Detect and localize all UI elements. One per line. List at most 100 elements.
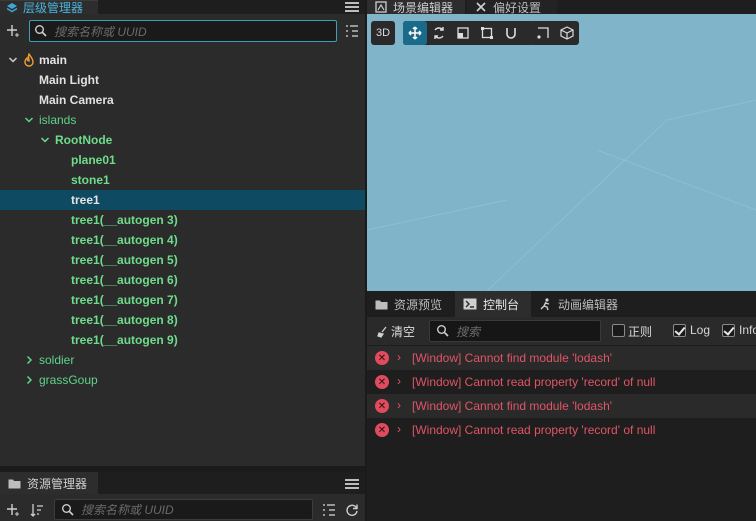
tree-node-autogen-5[interactable]: tree1(__autogen 5): [0, 250, 365, 270]
tree-node-label: stone1: [71, 173, 110, 187]
log-message: [Window] Cannot find module 'lodash': [412, 399, 613, 413]
console-panel: 资源预览 控制台 动画编辑器 清空 搜索 正则 Log Info ✕ › [Wi…: [367, 291, 756, 521]
tree-node-autogen-9[interactable]: tree1(__autogen 9): [0, 330, 365, 350]
tree-node-stone1[interactable]: stone1: [0, 170, 365, 190]
hierarchy-panel: 层级管理器 搜索名称或 UUID main Main Light Main Ca…: [0, 0, 365, 466]
snap-tool-button[interactable]: [499, 21, 523, 45]
tab-preferences-label: 偏好设置: [493, 0, 542, 15]
filter-list-icon[interactable]: [322, 503, 336, 517]
log-entry[interactable]: ✕ › [Window] Cannot find module 'lodash': [367, 394, 756, 418]
tab-asset-preview-label: 资源预览: [394, 297, 443, 312]
tab-animation-editor[interactable]: 动画编辑器: [531, 291, 631, 317]
tree-node-label: tree1(__autogen 5): [71, 253, 178, 267]
hierarchy-search-row: 搜索名称或 UUID: [0, 16, 365, 46]
log-entry[interactable]: ✕ › [Window] Cannot read property 'recor…: [367, 370, 756, 394]
scale-tool-button[interactable]: [451, 21, 475, 45]
error-icon: ✕: [375, 351, 389, 365]
info-checkbox[interactable]: [722, 324, 735, 337]
tree-node-autogen-8[interactable]: tree1(__autogen 8): [0, 310, 365, 330]
tree-node-rootnode[interactable]: RootNode: [0, 130, 365, 150]
console-toolbar: 清空 搜索 正则 Log Info: [367, 317, 756, 345]
move-tool-button[interactable]: [403, 21, 427, 45]
tab-asset-preview[interactable]: 资源预览: [367, 291, 453, 317]
scene-tabbar: 场景编辑器 偏好设置: [367, 0, 756, 15]
scale-icon: [457, 27, 469, 39]
chevron-right-icon[interactable]: [24, 375, 34, 385]
search-icon: [437, 325, 449, 337]
refresh-icon[interactable]: [345, 503, 359, 517]
scene-editor-icon: [375, 1, 387, 13]
local-global-button[interactable]: [555, 21, 579, 45]
tab-console[interactable]: 控制台: [455, 291, 531, 317]
expand-chevron-icon[interactable]: ›: [397, 350, 401, 364]
tools-icon: [476, 2, 486, 12]
tree-node-islands[interactable]: islands: [0, 110, 365, 130]
tab-assets-label: 资源管理器: [27, 476, 88, 491]
tree-node-label: RootNode: [55, 133, 113, 147]
tab-scene-editor[interactable]: 场景编辑器: [367, 0, 465, 15]
tree-node-label: soldier: [39, 353, 75, 367]
error-icon: ✕: [375, 399, 389, 413]
scene-editor-panel[interactable]: 场景编辑器 偏好设置 3D: [367, 0, 756, 291]
log-entry[interactable]: ✕ › [Window] Cannot find module 'lodash': [367, 346, 756, 370]
mode-3d-label: 3D: [375, 27, 391, 39]
scene-fire-icon: [24, 53, 34, 67]
assets-panel: 资源管理器 搜索名称或 UUID: [0, 470, 365, 521]
tree-node-label: tree1(__autogen 6): [71, 273, 178, 287]
tree-node-autogen-7[interactable]: tree1(__autogen 7): [0, 290, 365, 310]
chevron-down-icon[interactable]: [8, 55, 18, 65]
terminal-icon: [463, 298, 477, 310]
tab-hierarchy[interactable]: 层级管理器: [0, 0, 98, 15]
expand-chevron-icon[interactable]: ›: [397, 374, 401, 388]
rect-tool-button[interactable]: [475, 21, 499, 45]
hierarchy-search-placeholder: 搜索名称或 UUID: [54, 24, 147, 39]
tree-node-label: plane01: [71, 153, 116, 167]
chevron-right-icon[interactable]: [24, 355, 34, 365]
console-search-placeholder: 搜索: [456, 324, 481, 339]
rotate-tool-button[interactable]: [427, 21, 451, 45]
sort-list-icon[interactable]: [345, 24, 359, 38]
chevron-down-icon[interactable]: [40, 135, 50, 145]
assets-tabbar-fill: [98, 472, 365, 494]
tree-node-label: tree1(__autogen 3): [71, 213, 178, 227]
sort-icon[interactable]: [30, 503, 44, 517]
chevron-down-icon[interactable]: [24, 115, 34, 125]
tree-node-tree1-selected[interactable]: tree1: [0, 190, 365, 210]
regex-label: 正则: [628, 325, 653, 339]
hierarchy-tree: main Main Light Main Camera islands Root…: [0, 50, 365, 390]
rotate-icon: [434, 27, 444, 39]
expand-chevron-icon[interactable]: ›: [397, 422, 401, 436]
tree-node-label: Main Camera: [39, 93, 114, 107]
hierarchy-search-input[interactable]: 搜索名称或 UUID: [29, 20, 337, 42]
layers-icon: [6, 2, 18, 14]
log-entry[interactable]: ✕ › [Window] Cannot read property 'recor…: [367, 418, 756, 442]
folder-icon: [375, 300, 388, 309]
tab-assets[interactable]: 资源管理器: [0, 472, 98, 494]
console-search-input[interactable]: 搜索: [429, 320, 601, 342]
assets-menu-icon[interactable]: [345, 477, 359, 489]
log-message: [Window] Cannot read property 'record' o…: [412, 423, 656, 437]
tree-node-autogen-4[interactable]: tree1(__autogen 4): [0, 230, 365, 250]
tree-node-autogen-6[interactable]: tree1(__autogen 6): [0, 270, 365, 290]
tree-node-main-light[interactable]: Main Light: [0, 70, 365, 90]
tree-node-plane01[interactable]: plane01: [0, 150, 365, 170]
tree-node-label: Main Light: [39, 73, 99, 87]
tree-node-grassgoup[interactable]: grassGoup: [0, 370, 365, 390]
tree-node-main[interactable]: main: [0, 50, 365, 70]
assets-search-input[interactable]: 搜索名称或 UUID: [54, 499, 313, 520]
tree-node-main-camera[interactable]: Main Camera: [0, 90, 365, 110]
broom-icon: [377, 326, 387, 338]
expand-chevron-icon[interactable]: ›: [397, 398, 401, 412]
error-icon: ✕: [375, 423, 389, 437]
tree-node-autogen-3[interactable]: tree1(__autogen 3): [0, 210, 365, 230]
add-node-button[interactable]: [1, 19, 25, 43]
tree-node-soldier[interactable]: soldier: [0, 350, 365, 370]
regex-checkbox[interactable]: [612, 324, 625, 337]
add-asset-button[interactable]: [6, 503, 20, 517]
clear-button[interactable]: 清空: [377, 323, 415, 340]
mode-3d-button[interactable]: 3D: [371, 21, 395, 45]
tab-preferences[interactable]: 偏好设置: [467, 0, 557, 15]
log-checkbox[interactable]: [673, 324, 686, 337]
pivot-button[interactable]: [531, 21, 555, 45]
hierarchy-menu-icon[interactable]: [345, 0, 359, 12]
